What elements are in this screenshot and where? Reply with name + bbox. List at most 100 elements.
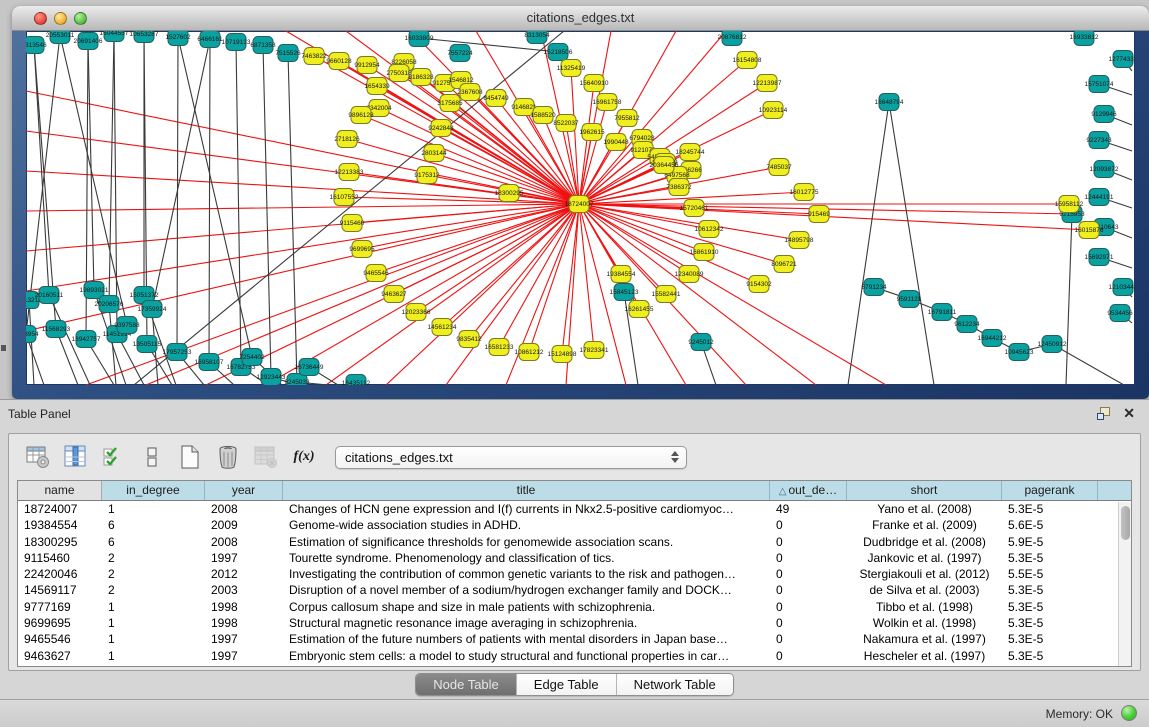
table-row[interactable]: 2242004622012Investigating the contribut… xyxy=(18,566,1131,582)
network-node[interactable]: 16648794 xyxy=(875,94,904,111)
network-node[interactable]: 9245012 xyxy=(688,334,714,351)
network-node[interactable]: 16435112 xyxy=(342,375,371,386)
network-node[interactable]: 10612342 xyxy=(695,221,724,238)
table-row[interactable]: 1456911722003Disruption of a novel membe… xyxy=(18,582,1131,598)
network-node[interactable]: 7386372 xyxy=(666,179,692,196)
column-header-name[interactable]: name xyxy=(18,481,102,500)
tab-node-table[interactable]: Node Table xyxy=(416,674,516,695)
network-node[interactable]: 6466161 xyxy=(197,31,223,48)
network-node[interactable]: 12774332 xyxy=(1109,51,1135,68)
network-node[interactable]: 9175312 xyxy=(414,167,440,184)
network-node[interactable]: 8313054 xyxy=(524,31,550,44)
new-column-button[interactable] xyxy=(175,442,205,472)
network-node[interactable]: 2803144 xyxy=(421,145,447,162)
table-row[interactable]: 946362711997Embryonic stem cells: a mode… xyxy=(18,648,1131,664)
network-canvas-container[interactable]: 9313546205530112069140616044557106532871… xyxy=(26,31,1135,385)
float-panel-icon[interactable] xyxy=(1097,407,1111,420)
function-builder-button[interactable]: f(x) xyxy=(289,442,319,472)
network-node[interactable]: 2367608 xyxy=(457,84,483,101)
network-canvas[interactable]: 9313546205530112069140616044557106532871… xyxy=(26,31,1135,385)
network-node[interactable]: 16033809 xyxy=(405,31,434,47)
network-node[interactable]: 8186328 xyxy=(408,69,434,86)
network-node[interactable]: 9463627 xyxy=(381,286,407,303)
network-node[interactable]: 10923114 xyxy=(759,102,788,119)
network-node[interactable]: 1962615 xyxy=(579,124,605,141)
tab-edge-table[interactable]: Edge Table xyxy=(516,674,616,695)
table-select-dropdown[interactable]: citations_edges.txt xyxy=(335,446,687,469)
network-node[interactable]: 8454749 xyxy=(483,90,509,107)
network-node[interactable]: 9465546 xyxy=(363,265,389,282)
network-node[interactable]: 12444191 xyxy=(1085,189,1114,206)
network-node[interactable]: 9912954 xyxy=(354,57,380,74)
network-node[interactable]: 9129946 xyxy=(1091,106,1117,123)
network-node[interactable]: 14895798 xyxy=(785,232,814,249)
network-node[interactable]: 9227343 xyxy=(1086,132,1112,149)
network-node[interactable]: 16261455 xyxy=(625,301,654,318)
network-node[interactable]: 20553011 xyxy=(46,31,75,44)
network-node[interactable]: 6871358 xyxy=(250,37,276,54)
delete-column-button[interactable] xyxy=(213,442,243,472)
row-height-button[interactable] xyxy=(137,442,167,472)
network-node[interactable]: 15692971 xyxy=(1085,249,1114,266)
network-node[interactable]: 8791234 xyxy=(861,279,887,296)
column-header-year[interactable]: year xyxy=(205,481,283,500)
network-node[interactable]: 15124898 xyxy=(548,346,577,363)
network-node[interactable]: 7557224 xyxy=(447,45,473,62)
table-row[interactable]: 1938455462009Genome-wide association stu… xyxy=(18,517,1131,533)
network-node[interactable]: 915469 xyxy=(808,206,830,223)
column-header-pagerank[interactable]: pagerank xyxy=(1002,481,1098,500)
window-titlebar[interactable]: citations_edges.txt xyxy=(12,6,1149,31)
network-node[interactable]: 20691406 xyxy=(74,33,103,50)
network-node[interactable]: 7463822 xyxy=(301,48,327,65)
network-node[interactable]: 19384554 xyxy=(607,266,636,283)
network-node[interactable]: 16791811 xyxy=(928,304,957,321)
table-row[interactable]: 1830029562008Estimation of significance … xyxy=(18,534,1131,550)
network-node[interactable]: 1654339 xyxy=(364,78,390,95)
network-node[interactable]: 16154808 xyxy=(733,52,762,69)
network-node[interactable]: 10719133 xyxy=(222,34,251,51)
network-node[interactable]: 8096721 xyxy=(771,256,797,273)
table-row[interactable]: 946554611997Estimation of the future num… xyxy=(18,631,1131,647)
table-row[interactable]: 911546021997Tourette syndrome. Phenomeno… xyxy=(18,550,1131,566)
network-node[interactable]: 20160511 xyxy=(35,287,64,304)
network-node[interactable]: 16581233 xyxy=(485,339,514,356)
show-columns-button[interactable] xyxy=(61,442,91,472)
network-node[interactable]: 10861212 xyxy=(515,344,544,361)
network-node[interactable]: 15218506 xyxy=(544,44,573,61)
network-node[interactable]: 15720461 xyxy=(680,200,709,217)
network-node[interactable]: 10945623 xyxy=(1005,344,1034,361)
network-node[interactable]: 7955812 xyxy=(614,110,640,127)
network-node[interactable]: 16012775 xyxy=(790,184,819,201)
network-node[interactable]: 9534456 xyxy=(1107,305,1133,322)
network-node[interactable]: 9242848 xyxy=(428,120,454,137)
network-node[interactable]: 1990448 xyxy=(603,134,629,151)
network-node[interactable]: 1527602 xyxy=(165,31,191,46)
column-header-indegree[interactable]: in_degree xyxy=(102,481,205,500)
network-node[interactable]: 11568293 xyxy=(42,321,71,338)
table-scrollbar-thumb[interactable] xyxy=(1121,506,1130,540)
network-node[interactable]: 13942757 xyxy=(72,331,101,348)
network-node[interactable]: 7515526 xyxy=(275,45,301,62)
network-node[interactable]: 3175685 xyxy=(437,95,463,112)
network-node[interactable]: 13505115 xyxy=(133,336,162,353)
network-node[interactable]: 7254402 xyxy=(239,349,265,366)
network-node[interactable]: 12093872 xyxy=(1090,161,1119,178)
network-node[interactable]: 12213383 xyxy=(335,164,364,181)
network-node[interactable]: 11325419 xyxy=(557,60,586,77)
network-node[interactable]: 12023366 xyxy=(402,304,431,321)
network-node[interactable]: 9397588 xyxy=(114,317,140,334)
column-header-short[interactable]: short xyxy=(847,481,1002,500)
network-node[interactable]: 9835412 xyxy=(456,331,482,348)
network-node[interactable]: 15751074 xyxy=(1085,76,1114,93)
network-node[interactable]: 12923443 xyxy=(257,369,286,386)
table-row[interactable]: 977716911998Corpus callosum shape and si… xyxy=(18,599,1131,615)
network-node[interactable]: 7485037 xyxy=(766,159,792,176)
network-node[interactable]: 20876812 xyxy=(718,31,747,46)
network-node[interactable]: 8522037 xyxy=(553,115,579,132)
table-row[interactable]: 969969511998Structural magnetic resonanc… xyxy=(18,615,1131,631)
network-node[interactable]: 2718126 xyxy=(334,131,360,148)
network-node[interactable]: 12103442 xyxy=(1109,279,1135,296)
network-node[interactable]: 9115460 xyxy=(340,215,365,232)
table-scrollbar[interactable] xyxy=(1118,502,1131,666)
select-columns-button[interactable] xyxy=(99,442,129,472)
